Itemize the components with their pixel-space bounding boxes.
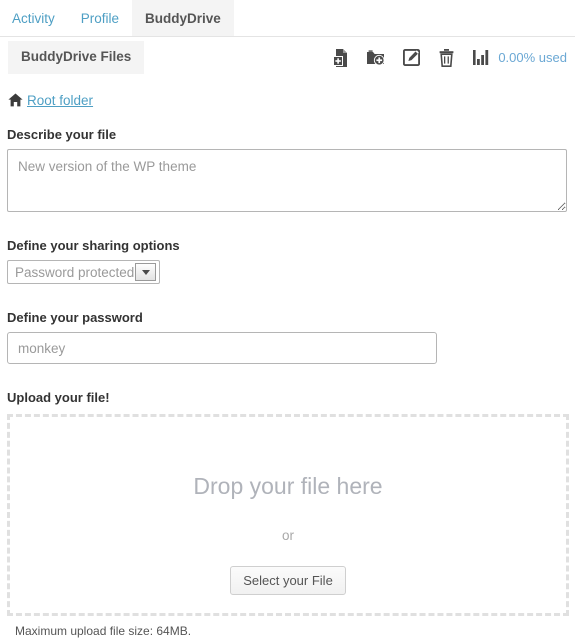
folder-plus-icon[interactable] <box>367 48 385 67</box>
upload-form: Describe your file Define your sharing o… <box>0 127 575 638</box>
sharing-options-selected-value: Password protected <box>15 264 135 280</box>
page-title: BuddyDrive Files <box>8 41 145 74</box>
chevron-down-icon[interactable] <box>135 263 156 281</box>
dropzone-title: Drop your file here <box>193 473 383 499</box>
password-label: Define your password <box>7 310 143 325</box>
storage-usage-label: 0.00% used <box>498 50 567 65</box>
sharing-options-select[interactable]: Password protected <box>7 260 160 284</box>
breadcrumb-root-folder-link[interactable]: Root folder <box>27 93 93 108</box>
section-header-row: BuddyDrive Files 0.00% used <box>0 37 575 78</box>
home-icon <box>8 93 23 108</box>
trash-icon[interactable] <box>437 48 455 67</box>
edit-square-icon[interactable] <box>402 48 420 67</box>
tab-buddydrive[interactable]: BuddyDrive <box>132 0 234 36</box>
tab-profile[interactable]: Profile <box>68 0 132 36</box>
describe-file-textarea[interactable] <box>7 149 567 212</box>
breadcrumb: Root folder <box>8 90 575 110</box>
dropzone-or-text: or <box>281 528 294 543</box>
select-file-button[interactable]: Select your File <box>230 566 346 595</box>
main-nav-tabs: Activity Profile BuddyDrive <box>0 0 575 37</box>
file-dropzone[interactable]: Drop your file here or Select your File <box>7 414 569 616</box>
bar-chart-icon[interactable] <box>472 48 490 67</box>
file-plus-icon[interactable] <box>332 48 350 67</box>
password-input[interactable] <box>7 332 437 364</box>
describe-file-label: Describe your file <box>7 127 117 142</box>
upload-file-label: Upload your file! <box>7 390 110 405</box>
max-upload-size-note: Maximum upload file size: 64MB. <box>15 624 192 638</box>
sharing-options-label: Define your sharing options <box>7 238 180 253</box>
tab-activity[interactable]: Activity <box>0 0 68 36</box>
file-actions-toolbar: 0.00% used <box>332 48 575 67</box>
